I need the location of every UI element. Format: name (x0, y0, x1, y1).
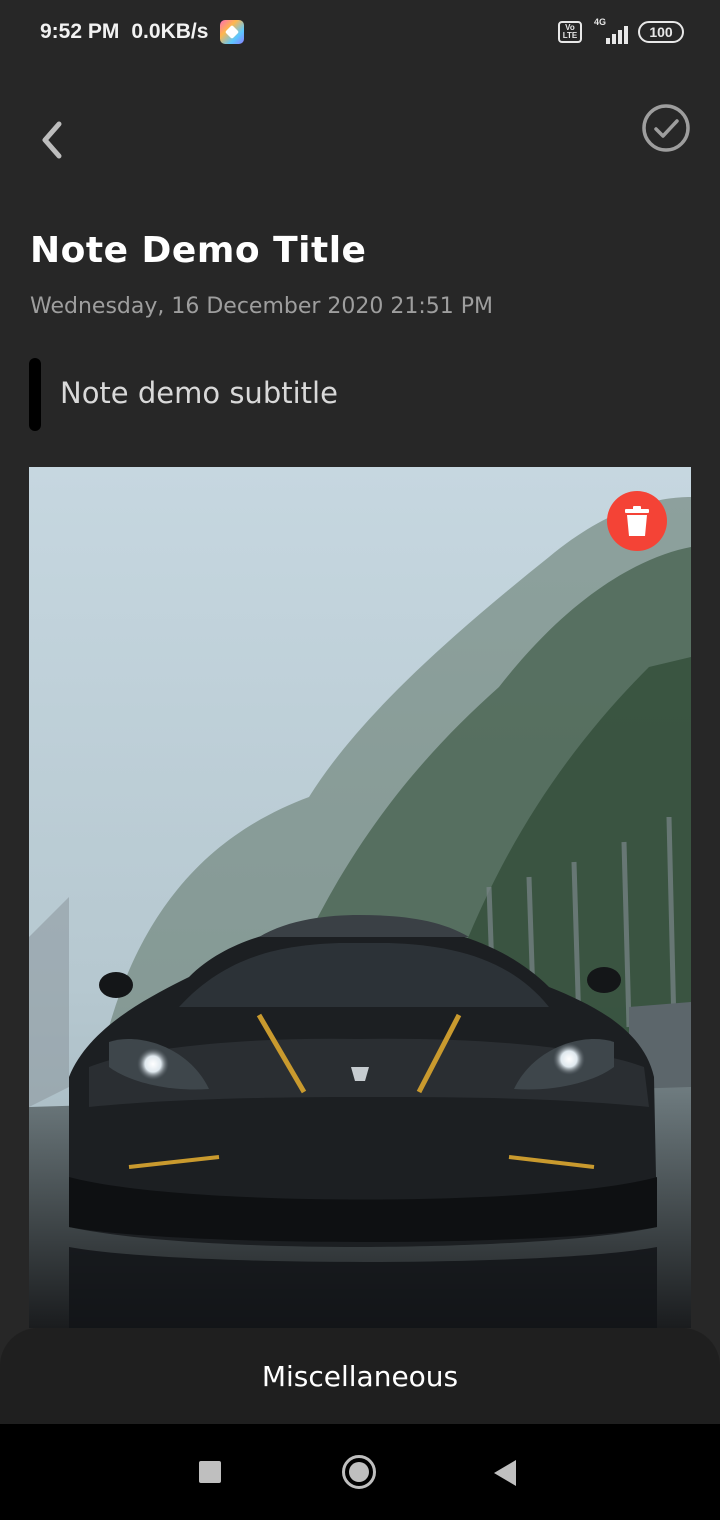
square-icon[interactable] (199, 1461, 221, 1483)
delete-image-button[interactable] (607, 491, 667, 551)
network-type: 4G (594, 17, 607, 27)
status-left: 9:52 PM 0.0KB/s (40, 20, 245, 44)
back-button[interactable] (28, 112, 76, 168)
triangle-back-icon[interactable] (494, 1460, 516, 1486)
note-date: Wednesday, 16 December 2020 21:51 PM (30, 294, 494, 319)
miscellaneous-label: Miscellaneous (261, 1359, 459, 1393)
note-subtitle-input[interactable]: Note demo subtitle (60, 376, 338, 410)
battery-icon: 100 (638, 21, 684, 43)
save-note-button[interactable] (640, 102, 692, 154)
status-speed: 0.0KB/s (131, 20, 209, 43)
note-title-input[interactable]: Note Demo Title (30, 230, 366, 271)
note-image (29, 467, 691, 1328)
volte-icon: Vo LTE (558, 21, 582, 43)
circle-icon[interactable] (342, 1455, 376, 1489)
trash-icon (625, 506, 649, 536)
chevron-left-icon (42, 121, 62, 159)
note-editor-screen: 9:52 PM 0.0KB/s Vo LTE 4G 100 Note Demo … (0, 0, 720, 1520)
system-nav-bar (0, 1424, 720, 1520)
status-bar: 9:52 PM 0.0KB/s Vo LTE 4G 100 (0, 0, 720, 70)
miscellaneous-sheet[interactable]: Miscellaneous (0, 1328, 720, 1424)
check-circle-icon (642, 104, 690, 152)
status-time: 9:52 PM (40, 20, 120, 43)
app-notification-icon (220, 20, 245, 44)
status-right: Vo LTE 4G 100 (558, 17, 684, 44)
signal-icon: 4G (592, 17, 628, 44)
subtitle-indicator (29, 358, 41, 431)
